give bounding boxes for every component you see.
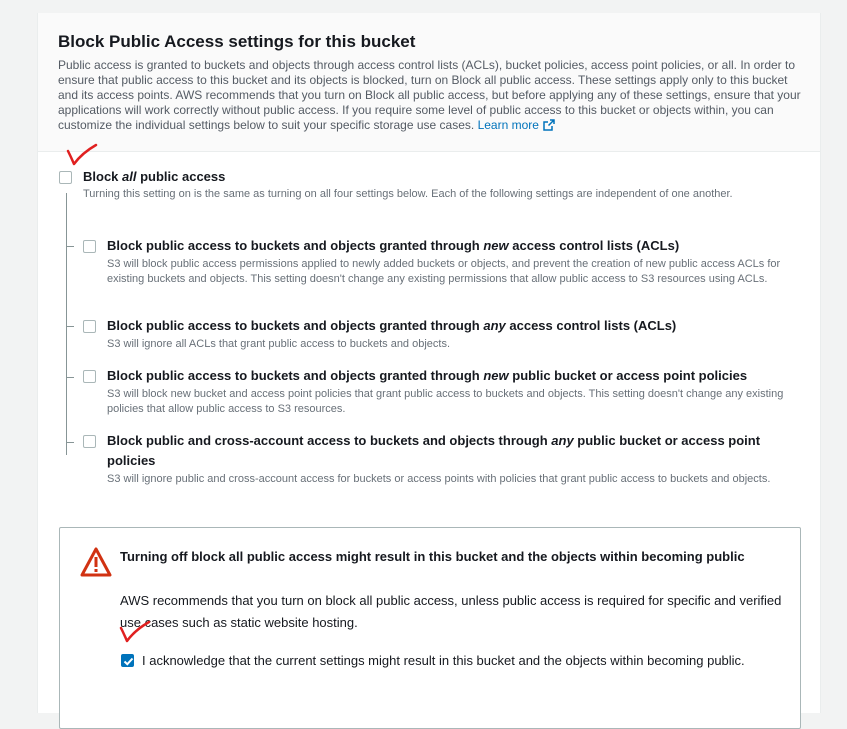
option-any-policies-description: S3 will ignore public and cross-account … [107, 473, 771, 485]
acknowledge-label: I acknowledge that the current settings … [142, 653, 745, 668]
tree-branch [66, 326, 74, 327]
section-description-text: Public access is granted to buckets and … [58, 58, 801, 132]
warning-alert: Turning off block all public access migh… [59, 527, 801, 729]
option-any-acls-label: Block public access to buckets and objec… [107, 318, 677, 333]
section-header: Block Public Access settings for this bu… [38, 13, 820, 152]
option-any-policies-checkbox[interactable] [83, 435, 96, 448]
option-any-acls-checkbox[interactable] [83, 320, 96, 333]
block-public-access-panel: Block Public Access settings for this bu… [37, 13, 821, 729]
option-new-acls-checkbox[interactable] [83, 240, 96, 253]
warning-body: AWS recommends that you turn on block al… [120, 593, 782, 630]
tree-branch [66, 442, 74, 443]
acknowledge-checkbox[interactable] [121, 654, 134, 667]
block-all-description: Turning this setting on is the same as t… [83, 188, 733, 200]
option-new-acls-description: S3 will block public access permissions … [107, 258, 781, 285]
tree-branch [66, 246, 74, 247]
block-all-label: Block all public access [83, 169, 226, 184]
option-new-acls-label: Block public access to buckets and objec… [107, 238, 680, 253]
option-new-policies-checkbox[interactable] [83, 370, 96, 383]
option-any-policies-label: Block public and cross-account access to… [107, 433, 761, 468]
annotation-check-mark-icon [66, 143, 98, 166]
tree-line [66, 193, 67, 455]
section-description: Public access is granted to buckets and … [58, 58, 803, 133]
external-link-icon [543, 119, 555, 131]
warning-title: Turning off block all public access migh… [120, 549, 745, 564]
option-any-acls-description: S3 will ignore all ACLs that grant publi… [107, 338, 451, 350]
section-title: Block Public Access settings for this bu… [58, 32, 416, 51]
checkmark-icon [123, 657, 134, 666]
option-new-policies-label: Block public access to buckets and objec… [107, 368, 748, 383]
warning-triangle-icon [80, 547, 112, 577]
learn-more-label: Learn more [477, 118, 539, 132]
annotation-check-mark-icon [119, 620, 151, 643]
tree-branch [66, 377, 74, 378]
option-new-policies-description: S3 will block new bucket and access poin… [107, 388, 784, 415]
learn-more-link[interactable]: Learn more [478, 118, 555, 132]
